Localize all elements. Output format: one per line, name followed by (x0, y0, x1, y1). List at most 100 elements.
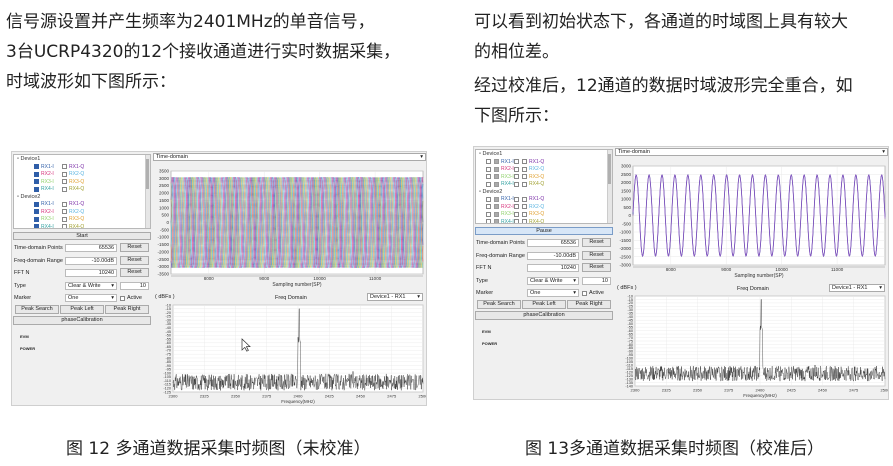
reset-button[interactable]: Reset (120, 268, 149, 277)
phase-calibration-button[interactable]: phaseCalibration (13, 316, 151, 325)
channel-checkbox[interactable]: RX4-Q (514, 219, 544, 223)
tree-scrollbar[interactable] (145, 155, 150, 228)
channel-checkbox[interactable]: RX1-Q (62, 164, 84, 170)
type-select[interactable]: Clear & Write ▾ (65, 281, 117, 290)
freq-domain-range-input[interactable]: -10.00dB (527, 251, 579, 260)
active-checkbox[interactable]: Active (582, 290, 604, 296)
device-node[interactable]: ▫ Device2 (479, 189, 502, 195)
channel-checkbox[interactable]: RX1-I (486, 196, 514, 202)
scrollbar-thumb[interactable] (146, 159, 149, 189)
type-count-input[interactable]: 10 (120, 281, 149, 290)
checkbox-icon (522, 211, 527, 217)
channel-checkbox[interactable]: RX1-I (486, 159, 514, 165)
active-checkbox[interactable]: Active (120, 295, 142, 301)
reset-button[interactable]: Reset (582, 238, 611, 247)
phase-calibration-button[interactable]: phaseCalibration (475, 311, 613, 320)
device-node[interactable]: ▫ Device1 (17, 156, 40, 162)
channel-checkbox[interactable]: RX3-I (486, 211, 514, 217)
channel-checkbox[interactable]: RX2-I (34, 171, 54, 177)
checkbox-icon (62, 164, 67, 169)
pause-button[interactable]: Pause (475, 227, 613, 235)
checkbox-icon (494, 204, 499, 209)
checkbox-icon (522, 174, 527, 179)
channel-checkbox[interactable]: RX4-Q (62, 224, 84, 228)
reset-button[interactable]: Reset (582, 250, 611, 260)
reset-button[interactable]: Reset (120, 243, 149, 252)
channel-checkbox[interactable]: RX4-Q (62, 186, 84, 192)
time-domain-select[interactable]: Time-domain ▾ (615, 148, 888, 156)
channel-checkbox[interactable]: RX2-I (486, 204, 514, 210)
channel-checkbox[interactable]: RX1-I (34, 164, 54, 170)
checkbox-icon (62, 224, 67, 228)
channel-checkbox[interactable]: RX3-Q (62, 179, 84, 185)
reset-button[interactable]: Reset (120, 255, 149, 265)
channel-checkbox[interactable]: RX1-Q (514, 159, 544, 165)
channel-checkbox[interactable]: RX3-I (34, 179, 54, 185)
peak-right-button[interactable]: Peak Right (105, 305, 149, 314)
marker-select[interactable]: One ▾ (527, 289, 579, 297)
channel-checkbox[interactable]: RX4-I (34, 186, 54, 192)
type-select[interactable]: Clear & Write ▾ (527, 276, 579, 285)
fft-n-input[interactable]: 10240 (527, 264, 579, 272)
checkbox-icon (514, 159, 519, 164)
peak-right-button[interactable]: Peak Right (567, 300, 611, 309)
channel-checkbox[interactable]: RX1-Q (62, 201, 84, 207)
start-button[interactable]: Start (13, 232, 151, 240)
freq-device-select[interactable]: Device1 - RX1 ▾ (367, 293, 423, 301)
channel-checkbox[interactable]: RX1-Q (514, 196, 544, 202)
freq-domain-chart: -10-15-20-25-30-35-40-45-50-55-60-65-70-… (163, 303, 426, 404)
checkbox-icon (514, 166, 519, 172)
device-node[interactable]: ▫ Device1 (479, 151, 502, 157)
channel-checkbox[interactable]: RX3-Q (514, 211, 544, 217)
channel-checkbox[interactable]: RX4-I (486, 181, 514, 187)
peak-left-button[interactable]: Peak Left (522, 300, 566, 309)
left-paragraph: 信号源设置并产生频率为2401MHz的单音信号， 3台UCRP4320的12个接… (6, 7, 400, 97)
channel-checkbox[interactable]: RX2-Q (62, 209, 84, 215)
channel-checkbox[interactable]: RX2-Q (514, 166, 544, 172)
channel-checkbox[interactable]: RX3-Q (62, 216, 84, 222)
peak-search-button[interactable]: Peak Search (15, 305, 59, 314)
y-tick-label: 3500 (159, 169, 170, 174)
channel-checkbox[interactable]: RX3-I (486, 174, 514, 180)
screenshot-calibrated: ▫ Device1 RX1-I RX1-Q RX2-I RX2-Q RX3-I RX3-Q R… (473, 146, 889, 400)
checkbox-icon (34, 164, 39, 169)
y-tick-label: -1000 (157, 235, 169, 240)
scrollbar-thumb[interactable] (608, 154, 611, 184)
marker-row: Marker One ▾ Active (475, 288, 613, 299)
channel-checkbox[interactable]: RX4-I (34, 224, 54, 228)
checkbox-icon (494, 219, 499, 223)
type-count-input[interactable]: 10 (582, 276, 611, 285)
channel-checkbox[interactable]: RX2-I (486, 166, 514, 172)
channel-checkbox[interactable]: RX4-I (486, 219, 514, 223)
channel-checkbox[interactable]: RX4-Q (514, 181, 544, 187)
fft-n-label: FFT N (14, 270, 30, 276)
tree-scrollbar[interactable] (607, 150, 612, 223)
channel-checkbox[interactable]: RX1-I (34, 201, 54, 207)
freq-device-select[interactable]: Device1 - RX1 ▾ (829, 284, 885, 292)
freq-title: Freq Domain (275, 295, 307, 301)
device-node[interactable]: ▫ Device2 (17, 194, 40, 200)
channel-checkbox[interactable]: RX2-Q (62, 171, 84, 177)
y-tick-label: -2500 (619, 254, 631, 259)
channel-checkbox[interactable]: RX2-I (34, 209, 54, 215)
time-domain-points-label: Time-domain Points (476, 240, 525, 246)
x-tick-label: 2375 (262, 394, 272, 399)
checkbox-icon (494, 166, 499, 172)
channel-label: RX2-I (41, 208, 54, 215)
x-tick-label: 2300 (169, 394, 179, 399)
time-domain-points-input[interactable]: 65536 (527, 239, 579, 247)
freq-domain-range-input[interactable]: -10.00dB (65, 256, 117, 265)
freq-domain-range-row: Freq-domain Range -10.00dB Reset (475, 250, 613, 262)
channel-checkbox[interactable]: RX3-Q (514, 174, 544, 180)
time-domain-points-input[interactable]: 65536 (65, 244, 117, 252)
peak-search-button[interactable]: Peak Search (477, 300, 521, 309)
y-tick-label: -2000 (157, 249, 169, 254)
fft-n-input[interactable]: 10240 (65, 269, 117, 277)
peak-left-button[interactable]: Peak Left (60, 305, 104, 314)
reset-button[interactable]: Reset (582, 263, 611, 272)
time-domain-select[interactable]: Time-domain ▾ (153, 153, 426, 161)
channel-checkbox[interactable]: RX2-Q (514, 204, 544, 210)
fft-n-row: FFT N 10240 Reset (475, 263, 613, 274)
marker-select[interactable]: One ▾ (65, 294, 117, 302)
channel-checkbox[interactable]: RX3-I (34, 216, 54, 222)
